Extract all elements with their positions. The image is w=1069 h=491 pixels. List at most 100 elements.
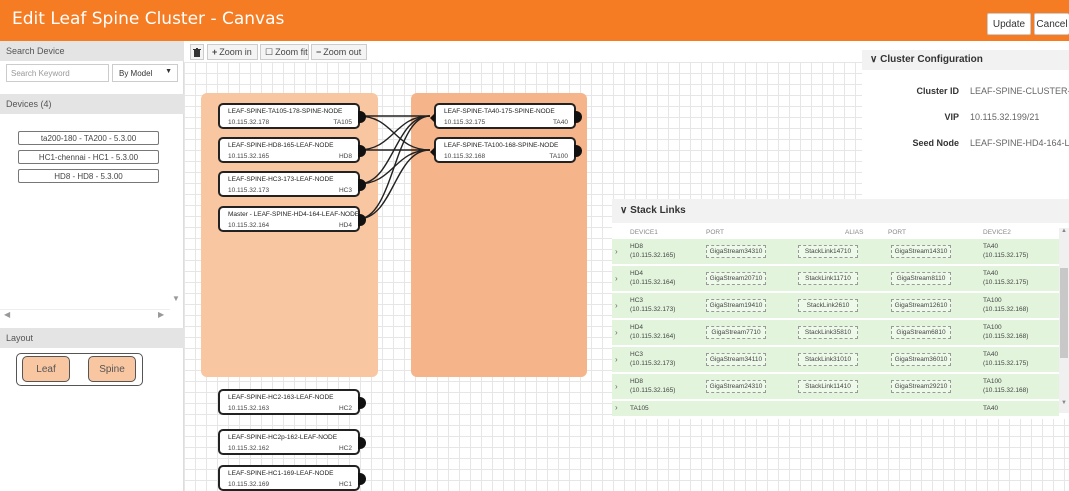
alias-chip[interactable]: StackLink31010 [798,353,858,366]
horizontal-scrollbar[interactable]: ◀ ▶ [0,309,170,319]
device2-name: TA40 [983,270,999,277]
device1-cell: HD4 (10.115.32.164) [630,323,675,341]
scrollbar-thumb[interactable] [1060,268,1068,358]
leaf-node[interactable]: Master - LEAF-SPINE-HD4-164-LEAF-NODE 10… [218,206,366,232]
seed-node-value[interactable]: LEAF-SPINE-HD4-164-L [970,138,1069,148]
cluster-id-value[interactable]: LEAF-SPINE-CLUSTER-1 [970,86,1069,96]
scroll-right-icon[interactable]: ▶ [158,310,164,319]
table-row[interactable]: › HC3 (10.115.32.173) GigaStream19410 Sta… [612,293,1059,319]
alias-chip[interactable]: StackLink35810 [798,326,858,339]
node-model: HC2 [338,445,352,452]
zoom-in-button[interactable]: + Zoom in [207,44,258,60]
device-item[interactable]: HD8 - HD8 - 5.3.00 [18,169,159,183]
node-name: LEAF-SPINE-TA100-168-SPINE-NODE [444,142,559,149]
link-line [357,149,431,220]
alias-chip[interactable]: StackLink11410 [798,380,858,393]
spine-node[interactable]: LEAF-SPINE-TA100-168-SPINE-NODE 10.115.3… [430,137,582,163]
update-button[interactable]: Update [987,13,1031,35]
device-item[interactable]: ta200-180 - TA200 - 5.3.00 [18,131,159,145]
chevron-right-icon[interactable]: › [615,355,618,364]
cluster-id-label: Cluster ID [916,86,959,96]
device2-ip: (10.115.32.168) [983,387,1029,394]
device1-name: HD4 [630,324,644,331]
node-model: HD4 [338,222,352,229]
port2-chip[interactable]: GigaStream36010 [891,353,951,366]
chevron-right-icon[interactable]: › [615,301,618,310]
column-header: PORT [706,229,724,236]
alias-chip[interactable]: StackLink2610 [798,299,858,312]
scroll-left-icon[interactable]: ◀ [4,310,10,319]
port1-chip[interactable]: GigaStream7710 [706,326,766,339]
node-model: TA40 [552,119,568,126]
zoom-fit-button[interactable]: ☐ Zoom fit [260,44,309,60]
device1-name: HD8 [630,243,644,250]
table-row[interactable]: › HD4 (10.115.32.164) GigaStream7710 Stac… [612,320,1059,346]
left-panel: Search Device Search Keyword By Model ▼ … [0,41,184,491]
node-name: LEAF-SPINE-HC3-173-LEAF-NODE [228,176,334,183]
port2-chip[interactable]: GigaStream14310 [891,245,951,258]
leaf-node[interactable]: LEAF-SPINE-HD8-165-LEAF-NODE 10.115.32.1… [218,137,366,163]
leaf-node[interactable]: LEAF-SPINE-TA105-178-SPINE-NODE 10.115.3… [218,103,366,129]
scroll-down-icon[interactable]: ▼ [1061,400,1067,406]
device2-ip: (10.115.32.168) [983,333,1029,340]
port1-chip[interactable]: GigaStream24310 [706,380,766,393]
port1-chip[interactable]: GigaStream34110 [706,353,766,366]
delete-button[interactable] [190,44,204,60]
port1-chip[interactable]: GigaStream34310 [706,245,766,258]
node-ip: 10.115.32.163 [228,405,270,412]
chevron-right-icon[interactable]: › [615,247,618,256]
table-row[interactable]: › TA105 TA40 [612,401,1059,417]
layout-spine-button[interactable]: Spine [88,356,136,382]
zoom-out-button[interactable]: − Zoom out [311,44,367,60]
port2-chip[interactable]: GigaStream8110 [891,272,951,285]
chevron-right-icon[interactable]: › [615,274,618,283]
zoom-out-label: Zoom out [323,47,362,57]
leaf-node[interactable]: LEAF-SPINE-HC3-173-LEAF-NODE 10.115.32.1… [218,171,366,197]
device1-ip: (10.115.32.165) [630,387,676,394]
unassigned-node[interactable]: LEAF-SPINE-HC2-163-LEAF-NODE 10.115.32.1… [218,389,366,415]
port2-chip[interactable]: GigaStream29210 [891,380,951,393]
vip-value[interactable]: 10.115.32.199/21 [970,112,1039,122]
table-row[interactable]: › HC3 (10.115.32.173) GigaStream34110 Sta… [612,347,1059,373]
scroll-down-icon[interactable]: ▼ [172,294,180,303]
cluster-config-header[interactable]: ∨ Cluster Configuration [862,50,1069,70]
device2-ip: (10.115.32.175) [983,279,1029,286]
device2-cell: TA40 (10.115.32.175) [983,269,1028,287]
table-row[interactable]: › HD8 (10.115.32.165) GigaStream34310 Sta… [612,239,1059,265]
layout-leaf-button[interactable]: Leaf [22,356,70,382]
port2-chip[interactable]: GigaStream6810 [891,326,951,339]
alias-chip[interactable]: StackLink14710 [798,245,858,258]
unassigned-node[interactable]: LEAF-SPINE-HC1-169-LEAF-NODE 10.115.32.1… [218,465,366,491]
cancel-button[interactable]: Cancel [1034,13,1069,35]
alias-chip[interactable]: StackLink11710 [798,272,858,285]
node-ip: 10.115.32.178 [228,119,270,126]
port1-chip[interactable]: GigaStream19410 [706,299,766,312]
table-row[interactable]: › HD4 (10.115.32.164) GigaStream20710 Sta… [612,266,1059,292]
cluster-config-panel: ∨ Cluster Configuration Cluster ID LEAF-… [862,44,1069,199]
table-row[interactable]: › HD8 (10.115.32.165) GigaStream24310 Sta… [612,374,1059,400]
chevron-right-icon[interactable]: › [615,403,618,412]
layout-header: Layout [0,328,184,348]
chevron-right-icon[interactable]: › [615,382,618,391]
minus-icon: − [316,47,322,57]
model-select[interactable]: By Model ▼ [112,64,178,82]
port2-chip[interactable]: GigaStream12610 [891,299,951,312]
device2-ip: (10.115.32.175) [983,360,1029,367]
stack-links-header[interactable]: ∨ Stack Links [612,199,1069,223]
vertical-scrollbar[interactable]: ▲ ▼ [1059,228,1069,413]
link-line [357,115,431,220]
spine-node[interactable]: LEAF-SPINE-TA40-175-SPINE-NODE 10.115.32… [430,103,582,129]
port1-chip[interactable]: GigaStream20710 [706,272,766,285]
chevron-down-icon: ∨ [870,54,878,65]
search-input[interactable]: Search Keyword [6,64,109,82]
fit-icon: ☐ [265,46,274,57]
scroll-up-icon[interactable]: ▲ [1061,228,1067,234]
device1-ip: (10.115.32.173) [630,306,676,313]
device-item[interactable]: HC1-chennai - HC1 - 5.3.00 [18,150,159,164]
node-model: HC3 [338,187,352,194]
device1-ip: (10.115.32.165) [630,252,676,259]
column-header: PORT [888,229,906,236]
model-select-label: By Model [119,69,153,78]
unassigned-node[interactable]: LEAF-SPINE-HC2p-162-LEAF-NODE 10.115.32.… [218,429,366,455]
chevron-right-icon[interactable]: › [615,328,618,337]
